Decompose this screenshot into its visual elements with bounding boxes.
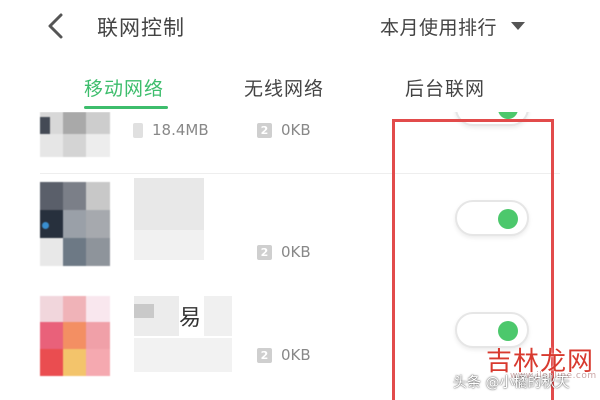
sim2-badge: 2	[257, 347, 272, 363]
sim2-data-value: 0KB	[281, 121, 311, 139]
app-name-blurred	[204, 296, 232, 336]
app-data-blurred	[134, 230, 204, 260]
app-data-blurred	[134, 338, 232, 372]
app-name-fragment: 易	[179, 306, 202, 331]
tab-background-network[interactable]: 后台联网	[405, 74, 485, 101]
active-tab-indicator	[84, 106, 168, 109]
sort-dropdown-label: 本月使用排行	[380, 16, 498, 39]
tab-wireless-network[interactable]: 无线网络	[244, 74, 324, 101]
back-arrow-icon[interactable]	[40, 9, 74, 43]
sim2-badge: 2	[257, 122, 272, 138]
sim2-data-usage: 2 0KB	[257, 346, 311, 364]
sim2-badge: 2	[257, 244, 272, 260]
page-title: 联网控制	[97, 16, 185, 40]
watermark-credit: 头条 @小橘的秋天	[453, 375, 570, 391]
mobile-data-value: 18.4MB	[152, 121, 209, 139]
sim2-data-usage: 2 0KB	[257, 243, 311, 261]
app-icon	[40, 182, 110, 266]
sim2-data-usage: 2 0KB	[257, 121, 311, 139]
app-icon	[40, 112, 110, 157]
app-name-blurred	[134, 178, 204, 230]
toggle-knob	[498, 112, 518, 119]
sort-dropdown[interactable]: 本月使用排行	[380, 12, 526, 40]
mobile-data-usage: 18.4MB	[133, 121, 209, 139]
tab-bar: 移动网络 无线网络 后台联网	[0, 62, 600, 112]
caret-down-icon	[511, 22, 526, 30]
sim2-data-value: 0KB	[281, 243, 311, 261]
header-bar: 联网控制 本月使用排行	[0, 0, 600, 54]
tab-mobile-network[interactable]: 移动网络	[84, 74, 164, 101]
app-icon	[40, 296, 110, 376]
sim1-badge	[133, 122, 143, 138]
app-name-blurred	[134, 304, 154, 318]
sim2-data-value: 0KB	[281, 346, 311, 364]
